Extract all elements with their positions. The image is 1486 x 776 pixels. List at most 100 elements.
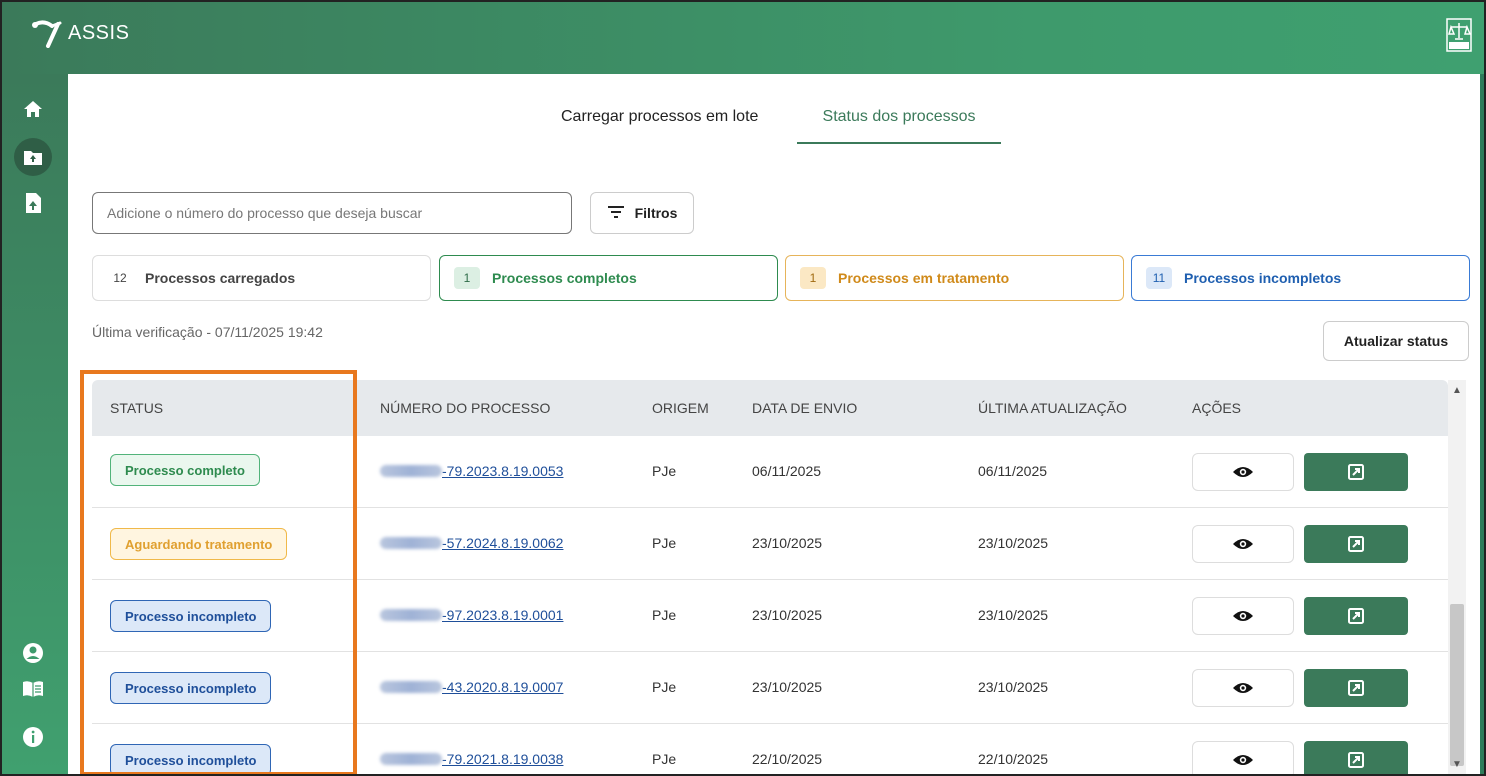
table-row: Processo incompleto -43.2020.8.19.0007 P…: [92, 652, 1448, 724]
filter-icon: [607, 205, 625, 222]
scroll-thumb[interactable]: [1450, 604, 1464, 766]
sidebar: [0, 74, 68, 776]
origin-cell: PJe: [652, 463, 677, 479]
app-logo[interactable]: ASSIS: [30, 18, 129, 48]
table-row: Processo incompleto -97.2023.8.19.0001 P…: [92, 580, 1448, 652]
loaded-label: Processos carregados: [145, 270, 296, 286]
view-button[interactable]: [1192, 741, 1294, 776]
open-external-button[interactable]: [1304, 453, 1408, 491]
header-number: NÚMERO DO PROCESSO: [380, 400, 551, 416]
filters-button[interactable]: Filtros: [590, 192, 694, 234]
complete-count: 1: [454, 267, 480, 289]
redacted-segment: [380, 753, 442, 765]
header-status: STATUS: [110, 400, 164, 416]
table-row: Processo incompleto -79.2021.8.19.0038 P…: [92, 724, 1448, 776]
filters-label: Filtros: [634, 205, 678, 221]
logo-mark-icon: [30, 18, 66, 48]
eye-icon: [1233, 683, 1253, 693]
app-title: ASSIS: [68, 21, 130, 44]
status-badge: Processo incompleto: [110, 600, 272, 632]
sent-date-cell: 23/10/2025: [752, 679, 823, 695]
upload-folder-icon[interactable]: [14, 138, 52, 176]
process-number-link[interactable]: -97.2023.8.19.0001: [380, 607, 563, 623]
eye-icon: [1233, 611, 1253, 621]
tab-process-status[interactable]: Status dos processos: [797, 104, 1001, 144]
open-external-icon: [1348, 536, 1364, 552]
refresh-status-button[interactable]: Atualizar status: [1323, 321, 1469, 361]
table-scrollbar[interactable]: ▲ ▼: [1448, 380, 1466, 776]
summary-card-in-treatment[interactable]: 1 Processos em tratamento: [785, 255, 1124, 301]
search-input[interactable]: [92, 192, 572, 234]
header-last-update: ÚLTIMA ATUALIZAÇÃO: [978, 400, 1127, 416]
last-update-cell: 06/11/2025: [978, 463, 1048, 479]
process-number-link[interactable]: -79.2023.8.19.0053: [380, 463, 563, 479]
open-external-icon: [1348, 464, 1364, 480]
file-upload-icon[interactable]: [22, 192, 44, 214]
redacted-segment: [380, 537, 442, 549]
status-badge: Processo completo: [110, 454, 260, 486]
sent-date-cell: 06/11/2025: [752, 463, 822, 479]
process-number-link[interactable]: -79.2021.8.19.0038: [380, 751, 563, 767]
table-header: STATUS NÚMERO DO PROCESSO ORIGEM DATA DE…: [92, 380, 1448, 436]
sent-date-cell: 23/10/2025: [752, 535, 823, 551]
open-external-icon: [1348, 608, 1364, 624]
table-row: Processo completo -79.2023.8.19.0053 PJe…: [92, 436, 1448, 508]
redacted-segment: [380, 465, 442, 477]
status-badge: Aguardando tratamento: [110, 528, 288, 560]
header-sent-date: DATA DE ENVIO: [752, 400, 858, 416]
header-actions: AÇÕES: [1192, 400, 1242, 416]
tab-batch-upload[interactable]: Carregar processos em lote: [561, 104, 791, 144]
summary-card-loaded[interactable]: 12 Processos carregados: [92, 255, 431, 301]
eye-icon: [1233, 755, 1253, 765]
in-treatment-label: Processos em tratamento: [838, 270, 1010, 286]
process-number-link[interactable]: -43.2020.8.19.0007: [380, 679, 563, 695]
summary-card-complete[interactable]: 1 Processos completos: [439, 255, 778, 301]
scroll-up-icon[interactable]: ▲: [1452, 386, 1462, 396]
complete-label: Processos completos: [492, 270, 637, 286]
status-badge: Processo incompleto: [110, 744, 272, 776]
view-button[interactable]: [1192, 525, 1294, 563]
origin-cell: PJe: [652, 751, 677, 767]
header-origin: ORIGEM: [652, 400, 709, 416]
status-badge: Processo incompleto: [110, 672, 272, 704]
view-button[interactable]: [1192, 453, 1294, 491]
open-external-button[interactable]: [1304, 597, 1408, 635]
eye-icon: [1233, 467, 1253, 477]
info-icon[interactable]: [22, 726, 44, 748]
process-number-link[interactable]: -57.2024.8.19.0062: [380, 535, 563, 551]
open-external-button[interactable]: [1304, 741, 1408, 776]
open-external-button[interactable]: [1304, 669, 1408, 707]
in-treatment-count: 1: [800, 267, 826, 289]
redacted-segment: [380, 609, 442, 621]
sent-date-cell: 22/10/2025: [752, 751, 823, 767]
account-icon[interactable]: [22, 642, 44, 664]
origin-cell: PJe: [652, 679, 677, 695]
last-update-cell: 22/10/2025: [978, 751, 1049, 767]
eye-icon: [1233, 539, 1253, 549]
pjerj-emblem-icon: [1446, 18, 1472, 52]
process-table: STATUS NÚMERO DO PROCESSO ORIGEM DATA DE…: [92, 380, 1448, 776]
last-check-text: Última verificação - 07/11/2025 19:42: [92, 324, 323, 340]
origin-cell: PJe: [652, 535, 677, 551]
last-update-cell: 23/10/2025: [978, 607, 1049, 623]
scroll-down-icon[interactable]: ▼: [1452, 760, 1462, 770]
book-icon[interactable]: [22, 678, 44, 700]
sent-date-cell: 23/10/2025: [752, 607, 823, 623]
incomplete-count: 11: [1146, 267, 1172, 289]
top-bar: ASSIS: [0, 0, 1486, 74]
open-external-button[interactable]: [1304, 525, 1408, 563]
tab-bar: Carregar processos em lote Status dos pr…: [68, 104, 1480, 144]
open-external-icon: [1348, 752, 1364, 768]
incomplete-label: Processos incompletos: [1184, 270, 1342, 286]
main-content: Carregar processos em lote Status dos pr…: [68, 74, 1480, 776]
summary-card-incomplete[interactable]: 11 Processos incompletos: [1131, 255, 1470, 301]
view-button[interactable]: [1192, 597, 1294, 635]
last-update-cell: 23/10/2025: [978, 679, 1049, 695]
origin-cell: PJe: [652, 607, 677, 623]
home-icon[interactable]: [22, 98, 44, 120]
table-row: Aguardando tratamento -57.2024.8.19.0062…: [92, 508, 1448, 580]
last-update-cell: 23/10/2025: [978, 535, 1049, 551]
redacted-segment: [380, 681, 442, 693]
view-button[interactable]: [1192, 669, 1294, 707]
open-external-icon: [1348, 680, 1364, 696]
